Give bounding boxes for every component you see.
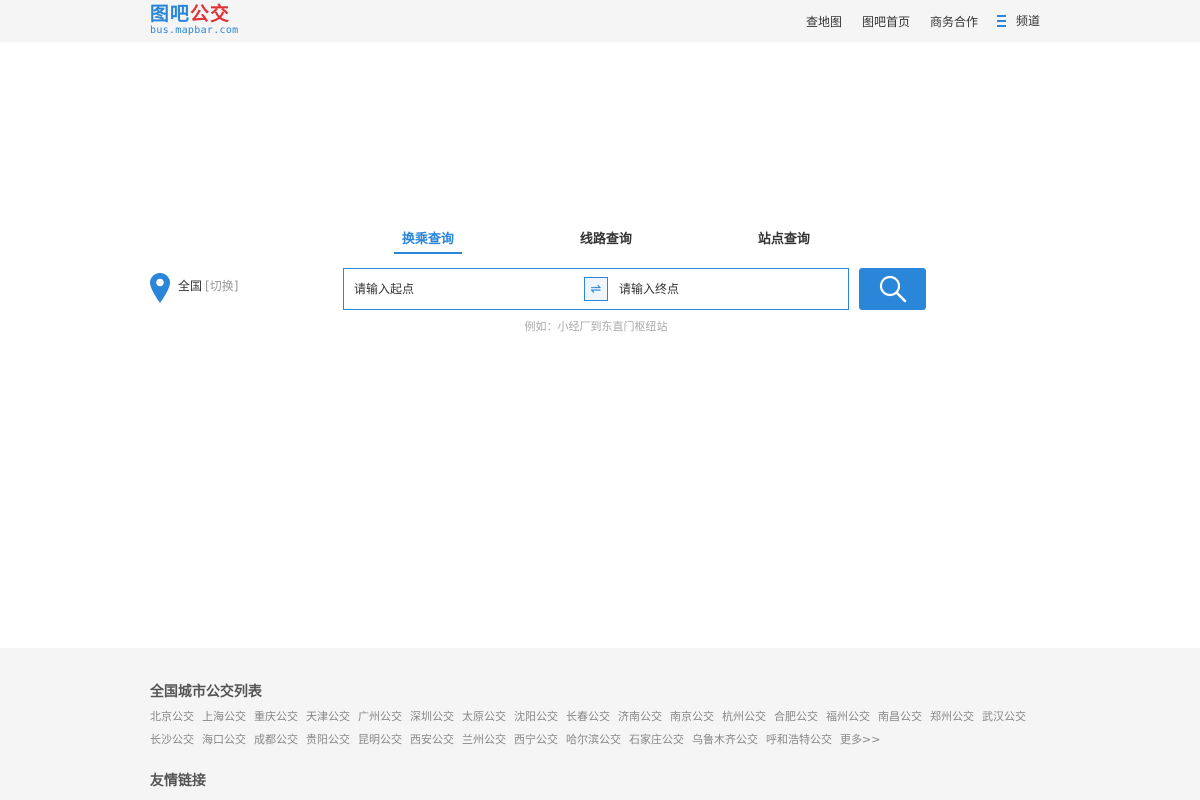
city-bus-link[interactable]: 合肥公交: [774, 710, 818, 723]
logo-text-brand: 图吧: [150, 3, 191, 25]
city-bus-link[interactable]: 深圳公交: [410, 710, 454, 723]
city-bus-link[interactable]: 上海公交: [202, 710, 246, 723]
city-switch-link[interactable]: [切换]: [205, 279, 238, 293]
city-bus-link[interactable]: 广州公交: [358, 710, 402, 723]
nav-link-home[interactable]: 图吧首页: [862, 0, 910, 42]
city-bus-link[interactable]: 长沙公交: [150, 733, 194, 746]
end-point-input[interactable]: [619, 269, 839, 309]
search-button[interactable]: [859, 268, 926, 310]
city-bus-link[interactable]: 重庆公交: [254, 710, 298, 723]
city-list-title: 全国城市公交列表: [150, 684, 262, 700]
logo-text: 图吧公交: [150, 3, 239, 25]
search-icon: [879, 275, 906, 303]
city-bus-link[interactable]: 福州公交: [826, 710, 870, 723]
city-bus-link[interactable]: 更多>>: [840, 733, 880, 746]
city-bus-link[interactable]: 西宁公交: [514, 733, 558, 746]
city-bus-link[interactable]: 北京公交: [150, 710, 194, 723]
city-bus-link[interactable]: 南昌公交: [878, 710, 922, 723]
city-bus-link[interactable]: 郑州公交: [930, 710, 974, 723]
tab-line-query[interactable]: 线路查询: [572, 230, 640, 254]
city-bus-link[interactable]: 太原公交: [462, 710, 506, 723]
nav-link-map[interactable]: 查地图: [806, 0, 842, 42]
tab-transfer-query[interactable]: 换乘查询: [394, 230, 462, 254]
logo-text-bus: 公交: [190, 3, 231, 25]
top-header: 图吧公交 bus.mapbar.com 查地图 图吧首页 商务合作 频道: [0, 0, 1200, 42]
swap-icon[interactable]: ⇌: [584, 277, 608, 301]
city-bus-link[interactable]: 杭州公交: [722, 710, 766, 723]
city-bus-link[interactable]: 哈尔滨公交: [566, 733, 621, 746]
city-list-row-2: 长沙公交 海口公交 成都公交 贵阳公交 昆明公交 西安公交 兰州公交 西宁公交 哈尔滨公交 石家庄…: [150, 728, 1050, 751]
city-bus-link[interactable]: 石家庄公交: [629, 733, 684, 746]
city-bus-link[interactable]: 武汉公交: [982, 710, 1026, 723]
city-bus-link[interactable]: 乌鲁木齐公交: [692, 733, 758, 746]
channel-label: 频道: [1016, 14, 1041, 28]
city-bus-link[interactable]: 成都公交: [254, 733, 298, 746]
city-bus-link[interactable]: 西安公交: [410, 733, 454, 746]
city-bus-link[interactable]: 沈阳公交: [514, 710, 558, 723]
city-bus-link[interactable]: 天津公交: [306, 710, 350, 723]
channel-menu-button[interactable]: 频道: [997, 0, 1040, 42]
logo-domain: bus.mapbar.com: [150, 25, 239, 36]
tab-station-query[interactable]: 站点查询: [750, 230, 818, 254]
city-bus-link[interactable]: 昆明公交: [358, 733, 402, 746]
nav-link-business[interactable]: 商务合作: [930, 0, 978, 42]
start-point-input[interactable]: [354, 269, 574, 309]
city-bus-link[interactable]: 海口公交: [202, 733, 246, 746]
site-logo[interactable]: 图吧公交 bus.mapbar.com: [150, 3, 239, 37]
city-bus-link[interactable]: 南京公交: [670, 710, 714, 723]
location-pin-icon: [150, 273, 170, 303]
city-bus-link[interactable]: 济南公交: [618, 710, 662, 723]
city-bus-link[interactable]: 兰州公交: [462, 733, 506, 746]
friend-links-title: 友情链接: [150, 773, 206, 789]
search-example-hint: 例如：小经厂到东直门枢纽站: [524, 320, 668, 333]
city-bus-link[interactable]: 长春公交: [566, 710, 610, 723]
city-bus-link[interactable]: 呼和浩特公交: [766, 733, 832, 746]
city-selector: 全国 [切换]: [178, 277, 238, 294]
current-city: 全国: [178, 279, 203, 293]
footer: 全国城市公交列表 北京公交 上海公交 重庆公交 天津公交 广州公交 深圳公交 太原公交 沈阳公…: [0, 648, 1200, 800]
route-search-box: ⇌: [343, 268, 849, 310]
city-list-row-1: 北京公交 上海公交 重庆公交 天津公交 广州公交 深圳公交 太原公交 沈阳公交 长春公交 济南公交…: [150, 705, 1050, 728]
menu-icon: [997, 15, 1006, 27]
city-bus-link[interactable]: 贵阳公交: [306, 733, 350, 746]
